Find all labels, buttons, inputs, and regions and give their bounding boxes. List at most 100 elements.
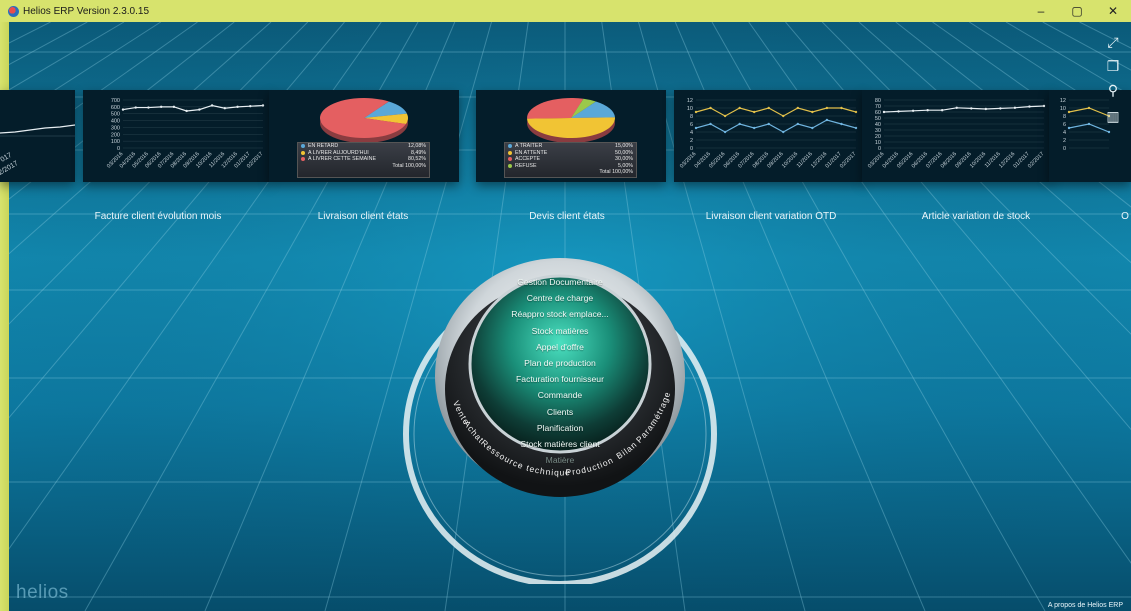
quote-status-tile[interactable]: A TRAITER 15,00% EN ATTENTE 50,00% ACCEPTE 30… [476, 90, 666, 182]
menu-item[interactable]: Planification [474, 420, 646, 436]
data-point [210, 104, 214, 107]
data-point [782, 114, 785, 118]
series-line [695, 119, 857, 133]
tile-label-delivery-otd[interactable]: Livraison client variation OTD [706, 211, 837, 222]
dashboard-icon[interactable]: ▥ [1105, 108, 1121, 124]
legend-percent: 8,49% [410, 149, 426, 156]
data-point [185, 109, 188, 113]
y-tick-label: 700 [111, 98, 120, 104]
y-tick-label: 20 [875, 134, 881, 140]
data-point [1087, 106, 1091, 110]
y-tick-label: 600 [111, 105, 120, 111]
y-tick-label: 400 [111, 119, 120, 125]
menu-item[interactable]: Matière [474, 452, 646, 468]
y-tick-label: 50 [875, 116, 881, 122]
stock-variation-tile[interactable]: 0 10 20 30 40 50 60 70 80 03/2016 04/2016 05/2016 06… [862, 90, 1052, 182]
menu-list: Gestion Documentaire Centre de charge Réap… [474, 274, 646, 468]
legend-swatch [508, 157, 512, 162]
y-tick-label: 300 [111, 125, 120, 131]
legend-label: A LIVRER AUJOURD'HUI [308, 149, 369, 156]
data-point [1087, 122, 1091, 126]
y-tick-label: 10 [687, 106, 693, 112]
dashboard-icon-glyph: ▥ [1106, 108, 1120, 124]
data-point [796, 106, 800, 110]
legend-label: REFUSE [515, 163, 537, 170]
data-point [897, 110, 900, 113]
legend-row: ACCEPTE 30,00% [505, 156, 636, 163]
menu-item[interactable]: Facturation fournisseur [474, 371, 646, 387]
window-controls: – ▢ ✕ [1023, 0, 1131, 22]
data-point [970, 107, 973, 110]
data-point [752, 110, 756, 114]
y-tick-label: 500 [111, 112, 120, 118]
y-tick-label: 6 [690, 122, 693, 128]
partial-right-tile[interactable]: 0 2 4 6 8 10 12 [1049, 90, 1131, 182]
series-line [695, 107, 857, 117]
about-link[interactable]: A propos de Helios ERP [1048, 602, 1123, 609]
delivery-otd-tile[interactable]: 0 2 4 6 8 10 12 03/2016 04/2016 05/2016 06/2016 07/… [674, 90, 864, 182]
x-tick-label: 02/2017 [1027, 151, 1045, 169]
y-tick-label: 80 [875, 98, 881, 104]
menu-item[interactable]: Plan de production [474, 355, 646, 371]
data-point [854, 110, 858, 114]
tile-label-delivery-status[interactable]: Livraison client états [318, 211, 409, 222]
helios-logo: helios [16, 582, 69, 603]
data-point [782, 130, 785, 134]
window-title: Helios ERP Version 2.3.0.15 [23, 5, 150, 17]
menu-item[interactable]: Commande [474, 387, 646, 403]
menu-item[interactable]: Gestion Documentaire [474, 274, 646, 290]
legend-label: EN ATTENTE [515, 149, 548, 156]
restore-button[interactable]: ▢ [1059, 0, 1095, 22]
y-tick-label: 4 [690, 130, 693, 136]
tile-label-quote-status[interactable]: Devis client états [529, 211, 605, 222]
minimize-button[interactable]: – [1023, 0, 1059, 22]
data-point [249, 104, 252, 108]
data-point [723, 114, 727, 118]
windows-icon[interactable]: ❐ [1105, 58, 1121, 74]
legend-label: EN RETARD [308, 143, 339, 150]
fullscreen-icon[interactable]: ⤢ [1105, 34, 1121, 50]
delivery-status-tile[interactable]: EN RETARD 12,08% A LIVRER AUJOURD'HUI 8,49%… [269, 90, 459, 182]
y-tick-label: 12 [1060, 98, 1066, 104]
data-point [984, 107, 988, 111]
data-point [738, 106, 741, 110]
data-point [147, 106, 150, 109]
series-line [883, 105, 1045, 113]
y-tick-label: 10 [875, 140, 881, 146]
data-point [796, 122, 800, 126]
legend-percent: 30,00% [615, 156, 633, 163]
close-button[interactable]: ✕ [1095, 0, 1131, 22]
tile-label-stock[interactable]: Article variation de stock [922, 211, 1030, 222]
menu-item[interactable]: Réappro stock emplace... [474, 306, 646, 322]
menu-item[interactable]: Stock matières [474, 323, 646, 339]
dashboard-stage: 017 2/2017 0 100 200 300 400 500 600 700 03/2016… [0, 22, 1131, 611]
data-point [236, 105, 239, 109]
menu-item[interactable]: Centre de charge [474, 290, 646, 306]
search-icon[interactable]: ⚲ [1105, 82, 1121, 98]
menu-item[interactable]: Clients [474, 404, 646, 420]
invoice-evolution-tile[interactable]: 0 100 200 300 400 500 600 700 03/2016 04/2016 05/2… [83, 90, 270, 182]
data-point [882, 110, 886, 114]
legend-percent: 50,00% [615, 149, 633, 156]
tile-label-invoice[interactable]: Facture client évolution mois [95, 211, 222, 222]
legend-percent: 15,00% [615, 143, 633, 150]
legend-total: Total 100,00% [392, 162, 426, 169]
data-point [811, 110, 814, 114]
legend-row: A TRAITER 15,00% [505, 143, 636, 150]
legend-row: A LIVRER CETTE SEMAINE 80,52% [298, 156, 429, 163]
menu-item[interactable]: Stock matières client [474, 436, 646, 452]
legend-row: EN ATTENTE 50,00% [505, 150, 636, 157]
data-point [1028, 105, 1031, 108]
data-point [1107, 130, 1111, 134]
data-point [134, 106, 137, 109]
legend-swatch [508, 150, 512, 155]
data-point [940, 109, 944, 112]
tile-label-partial[interactable]: O [1121, 211, 1129, 222]
legend-swatch [301, 144, 305, 149]
data-point [854, 126, 858, 130]
menu-item[interactable]: Appel d'offre [474, 339, 646, 355]
y-tick-label: 2 [1063, 138, 1066, 144]
data-point [911, 109, 915, 112]
partial-chart-tile[interactable]: 017 2/2017 [0, 90, 75, 182]
legend-swatch [301, 150, 305, 155]
